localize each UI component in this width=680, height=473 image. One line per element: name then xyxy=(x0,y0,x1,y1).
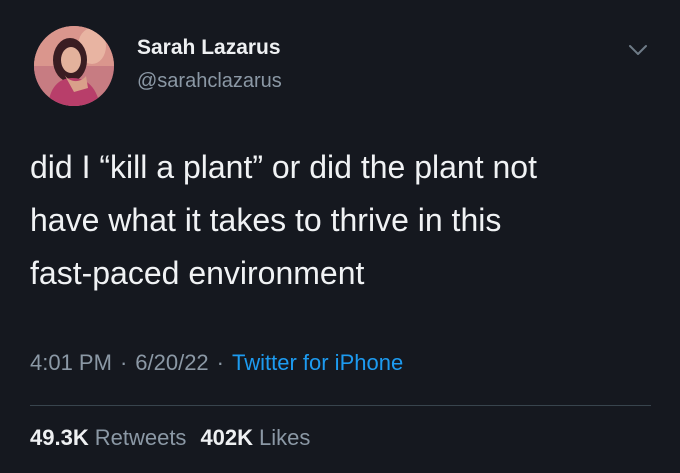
tweet-text-line: did I “kill a plant” or did the plant no… xyxy=(30,149,537,185)
avatar[interactable] xyxy=(34,26,114,106)
tweet-time[interactable]: 4:01 PM xyxy=(30,350,112,375)
tweet-text-line: have what it takes to thrive in this xyxy=(30,202,502,238)
retweets-count: 49.3K xyxy=(30,425,89,450)
likes-stat[interactable]: 402K Likes xyxy=(200,425,310,450)
author-handle[interactable]: @sarahclazarus xyxy=(137,70,282,93)
retweets-label: Retweets xyxy=(94,425,187,450)
separator: · xyxy=(216,350,224,375)
author-name[interactable]: Sarah Lazarus xyxy=(137,36,281,60)
likes-count: 402K xyxy=(200,425,254,450)
chevron-down-icon[interactable] xyxy=(626,38,650,62)
tweet-source-link[interactable]: Twitter for iPhone xyxy=(232,350,403,375)
separator: · xyxy=(119,350,128,375)
tweet-text-line: fast-paced environment xyxy=(30,255,365,291)
tweet-card: Sarah Lazarus @sarahclazarus did I “kill… xyxy=(0,0,680,473)
retweets-stat[interactable]: 49.3K Retweets xyxy=(30,425,186,450)
divider xyxy=(30,405,651,406)
tweet-text: did I “kill a plant” or did the plant no… xyxy=(30,141,660,300)
likes-label: Likes xyxy=(259,425,311,450)
tweet-metadata: 4:01 PM · 6/20/22 · Twitter for iPhone xyxy=(30,350,403,376)
tweet-date[interactable]: 6/20/22 xyxy=(135,350,208,375)
engagement-stats: 49.3K Retweets 402K Likes xyxy=(30,425,310,451)
profile-photo xyxy=(34,26,114,106)
